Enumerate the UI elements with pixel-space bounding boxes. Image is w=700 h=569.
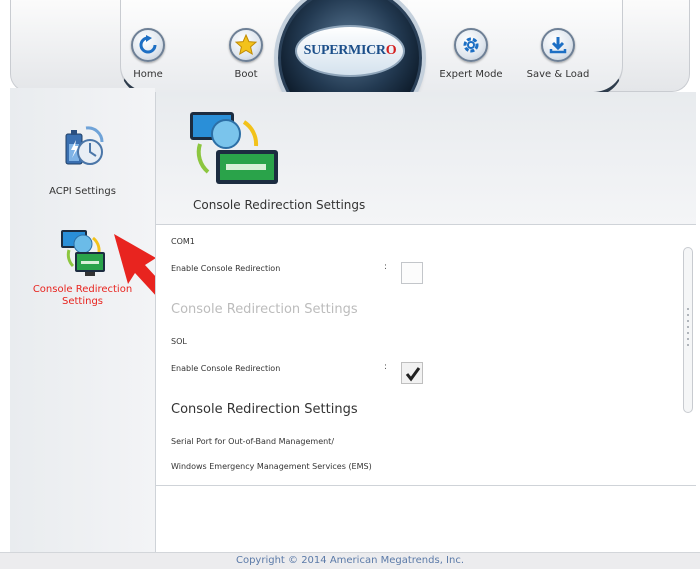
gear-icon: [454, 28, 488, 62]
com1-colon: :: [384, 262, 388, 272]
scrollbar-grip-dot: [687, 320, 689, 322]
home-button[interactable]: Home: [113, 28, 183, 80]
sol-colon: :: [384, 362, 388, 372]
sidebar-item-acpi-settings[interactable]: ACPI Settings: [10, 122, 155, 197]
save-load-button[interactable]: Save & Load: [523, 28, 593, 80]
sidebar-item-label: ACPI Settings: [49, 186, 116, 197]
logo-text-main: SUPERMICR: [303, 43, 386, 58]
content-divider: [156, 485, 696, 486]
settings-content-panel: Console Redirection Settings COM1 Enable…: [155, 92, 696, 554]
home-label: Home: [133, 69, 163, 80]
footer-copyright: Copyright © 2014 American Megatrends, In…: [0, 552, 700, 569]
expert-mode-button[interactable]: Expert Mode: [436, 28, 506, 80]
page-title: Console Redirection Settings: [193, 198, 366, 212]
home-refresh-icon: [131, 28, 165, 62]
ems-label: Windows Emergency Management Services (E…: [171, 462, 372, 471]
checkmark-icon: [405, 367, 421, 382]
logo-text: SUPERMICRO: [304, 43, 397, 59]
content-scrollbar[interactable]: [683, 247, 693, 413]
download-icon: [541, 28, 575, 62]
scrollbar-grip-dot: [687, 326, 689, 328]
boot-label: Boot: [234, 69, 258, 80]
scrollbar-grip-dot: [687, 332, 689, 334]
serial-port-out-of-band-label: Serial Port for Out-of-Band Management/: [171, 437, 335, 446]
sol-enable-console-redirection-checkbox[interactable]: [401, 362, 423, 384]
nav-right-panel: Expert Mode Save & Load: [408, 0, 623, 96]
boot-button[interactable]: Boot: [211, 28, 281, 80]
nav-left-panel: Home Boot: [120, 0, 295, 96]
scrollbar-grip-dot: [687, 308, 689, 310]
section-title: Console Redirection Settings: [171, 402, 358, 417]
expert-mode-label: Expert Mode: [439, 69, 503, 80]
section-title-disabled: Console Redirection Settings: [171, 302, 358, 317]
sol-enable-console-redirection-label: Enable Console Redirection: [171, 364, 281, 373]
battery-power-icon: [65, 126, 104, 165]
logo-badge: SUPERMICRO: [295, 25, 405, 77]
star-icon: [229, 28, 263, 62]
scrollbar-grip-dot: [687, 314, 689, 316]
logo-text-accent: O: [385, 43, 397, 58]
content-header: Console Redirection Settings: [156, 92, 696, 225]
com1-label: COM1: [171, 237, 195, 246]
scrollbar-grip-dot: [687, 344, 689, 346]
com1-enable-console-redirection-checkbox[interactable]: [401, 262, 423, 284]
scrollbar-grip-dot: [687, 338, 689, 340]
sol-label: SOL: [171, 337, 187, 346]
monitors-network-icon: [60, 230, 105, 276]
com1-enable-console-redirection-label: Enable Console Redirection: [171, 264, 281, 273]
console-redirection-header-icon: [190, 112, 278, 184]
save-load-label: Save & Load: [526, 69, 590, 80]
sidebar: ACPI Settings Console Redirection Settin…: [10, 88, 155, 554]
